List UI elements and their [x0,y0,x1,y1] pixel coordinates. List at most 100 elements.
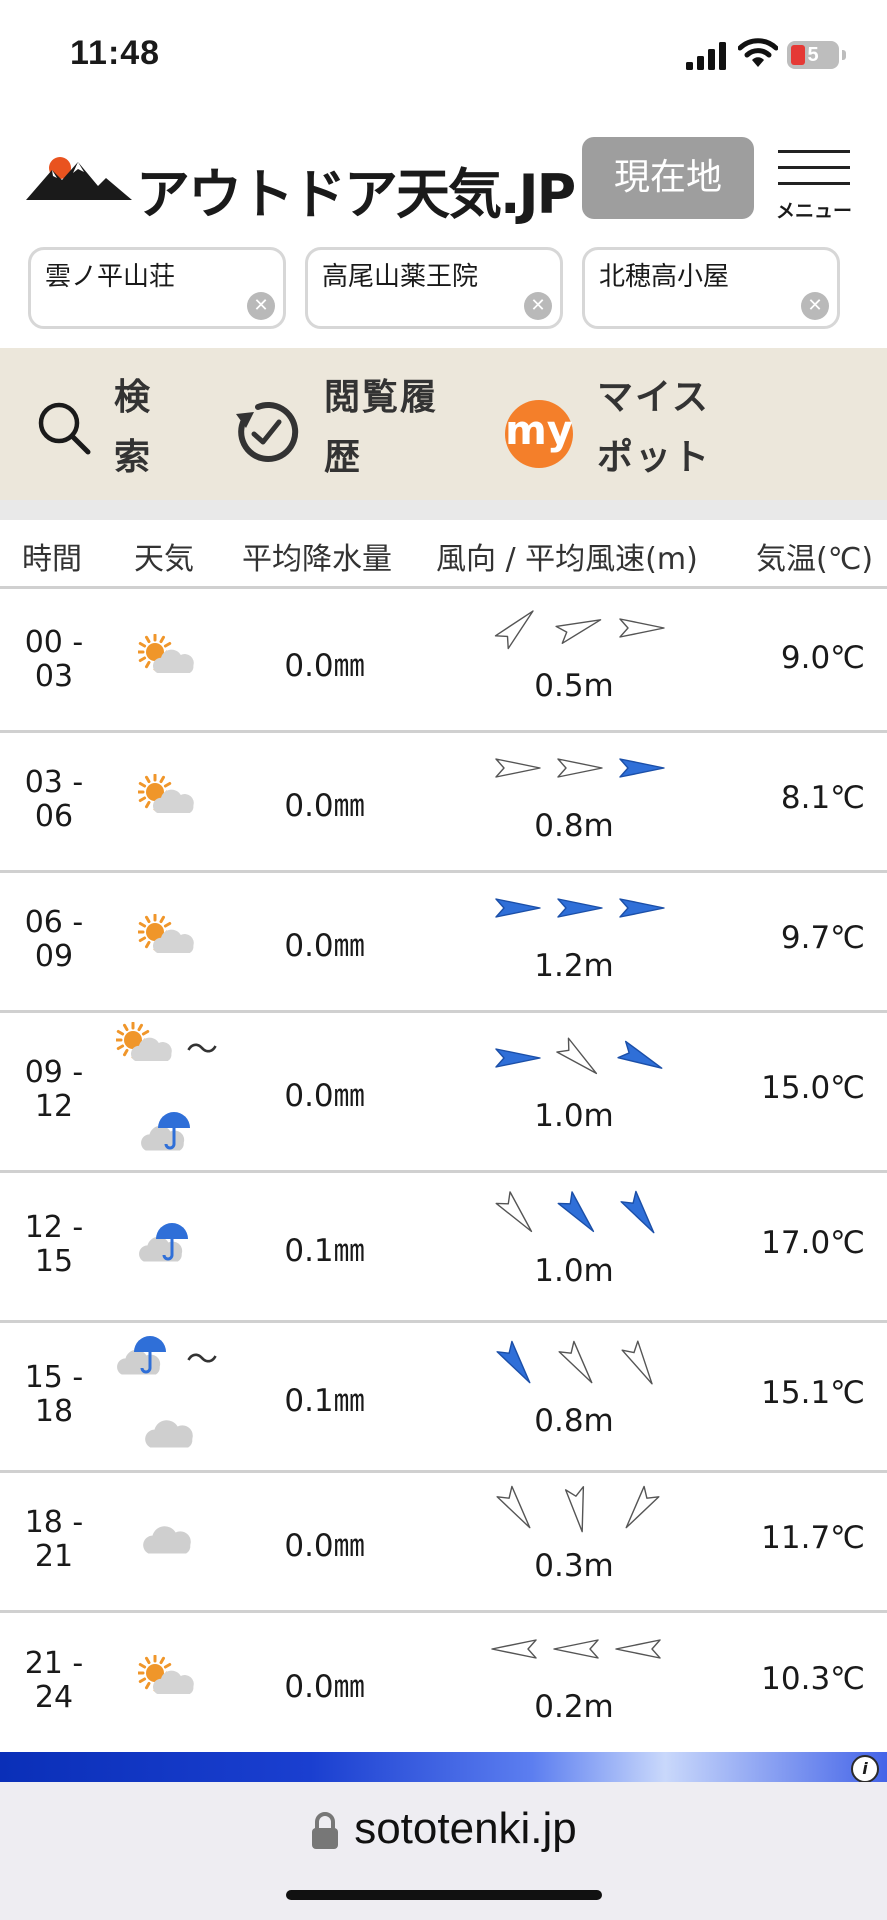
current-location-button[interactable]: 現在地 [582,137,754,219]
wind-speed: 0.8m [534,1403,614,1439]
history-chip-label: 雲ノ平山荘 [45,262,176,292]
wind-speed: 1.0m [534,1253,614,1289]
sun-cloud-icon [116,1022,172,1061]
wind-arrow-icon [557,1191,595,1233]
wind-arrow-icon [557,898,603,918]
temperature: 10.3℃ [761,1661,865,1697]
site-logo[interactable]: アウトドア天気.JP [26,146,576,226]
forecast-row: 00 -03 0.0㎜ 0.5m 9.0℃ [0,589,887,733]
temperature: 9.0℃ [780,639,865,676]
ad-banner[interactable]: i [0,1752,887,1783]
temperature: 15.0℃ [761,1070,865,1106]
myspot-icon: my [505,400,573,468]
wind-arrow-icon [495,1048,541,1068]
time-from: 12 - [24,1210,84,1245]
tilde-separator: 〜 [186,1340,219,1378]
header-rain: 平均降水量 [242,542,392,577]
rain-amount: 0.0㎜ [284,1669,365,1705]
temperature: 11.7℃ [761,1520,865,1556]
time-to: 12 [34,1089,74,1124]
wind-arrow-icon [619,898,665,918]
info-icon[interactable]: i [851,1755,879,1783]
forecast-row: 09 -12 〜 0.0㎜ 1.0m 15.0℃ [0,1010,887,1173]
search-label-1: 検 [114,377,153,418]
rain-amount: 0.0㎜ [284,1528,365,1564]
wifi-icon [738,38,778,67]
forecast-row: 03 -06 0.0㎜ 0.8m 8.1℃ [0,730,887,873]
wind-arrow-icon [553,1639,599,1659]
wind-arrow-icon [619,758,665,778]
url-text: sototenki.jp [354,1804,577,1853]
wind-arrow-icon [496,1485,531,1529]
forecast-row: 15 -18 〜 0.1㎜ 0.8m 15.1℃ [0,1320,887,1473]
history-label-2: 歴 [324,437,363,478]
history-chip-label: 高尾山薬王院 [322,262,479,292]
wind-speed: 0.3m [534,1548,614,1584]
forecast-row: 18 -21 0.0㎜ 0.3m 11.7℃ [0,1470,887,1613]
wind-arrow-icon [495,758,541,778]
wind-speed: 1.2m [534,948,614,984]
time-to: 24 [34,1680,74,1715]
time-from: 03 - [24,765,84,800]
close-icon[interactable]: ✕ [524,292,552,320]
forecast-row: 06 -09 0.0㎜ 1.2m 9.7℃ [0,870,887,1013]
wind-arrow-icon [555,618,602,644]
tool-band: 検 索 閲覧履 歴 my マイス ポット [0,348,887,500]
wind-arrow-icon [491,1639,537,1659]
wind-arrow-icon [556,1037,598,1075]
wind-speed: 1.0m [534,1098,614,1134]
sun-cloud-icon [138,633,194,673]
history-chip[interactable]: 高尾山薬王院 ✕ [305,247,563,329]
history-label-1: 閲覧履 [324,377,439,418]
temperature: 9.7℃ [780,920,865,956]
time-range: 15 -18 [0,1361,108,1429]
sun-cloud-icon [138,774,194,813]
time-range: 00 -03 [0,625,108,694]
history-chip[interactable]: 雲ノ平山荘 ✕ [28,247,286,329]
rain-amount: 0.1㎜ [284,1233,365,1269]
battery-icon: 5 [787,41,846,69]
home-indicator [286,1890,602,1900]
wind-arrow-icon [625,1485,660,1529]
menu-button[interactable]: メニュー [774,148,854,224]
wind-arrow-icon [564,1486,585,1533]
close-icon[interactable]: ✕ [801,292,829,320]
tilde-separator: 〜 [186,1030,219,1068]
wind-speed: 0.5m [534,667,614,704]
rain-amount: 0.0㎜ [284,1078,365,1114]
umbrella-cloud-icon [141,1112,190,1151]
temperature: 17.0℃ [761,1225,865,1261]
status-bar: 11:48 5 [0,0,887,110]
temperature: 8.1℃ [780,780,865,816]
time-from: 06 - [24,905,84,940]
browser-address-bar[interactable]: sototenki.jp [0,1782,887,1920]
sun-cloud-icon [138,914,194,953]
url-field[interactable]: sototenki.jp [0,1804,887,1854]
history-clock-icon [236,402,299,462]
header-wind: 風向 / 平均風速(m) [436,542,698,577]
rain-amount: 0.1㎜ [284,1383,365,1419]
search-icon [38,402,91,455]
forecast-row: 21 -24 0.0㎜ 0.2m 10.3℃ [0,1610,887,1755]
time-range: 18 -21 [0,1506,108,1574]
search-label-2: 索 [114,437,153,478]
wind-arrow-icon [558,1340,593,1384]
time-from: 21 - [24,1646,84,1681]
rain-amount: 0.0㎜ [284,647,365,684]
sun-cloud-icon [138,1655,194,1694]
wind-speed: 0.8m [534,808,614,844]
header-temp: 気温(℃) [756,542,874,577]
history-chip[interactable]: 北穂高小屋 ✕ [582,247,840,329]
time-to: 06 [34,799,74,834]
umbrella-cloud-icon [117,1336,166,1375]
battery-level: 5 [807,44,819,66]
time-to: 09 [34,939,74,974]
wind-arrow-icon [495,1191,533,1233]
time-to: 21 [34,1539,74,1574]
wind-speed: 0.2m [534,1689,614,1725]
lock-icon [312,1812,339,1850]
close-icon[interactable]: ✕ [247,292,275,320]
time-to: 15 [34,1244,74,1279]
status-time: 11:48 [70,34,161,72]
forecast-row: 12 -15 0.1㎜ 1.0m 17.0℃ [0,1170,887,1323]
